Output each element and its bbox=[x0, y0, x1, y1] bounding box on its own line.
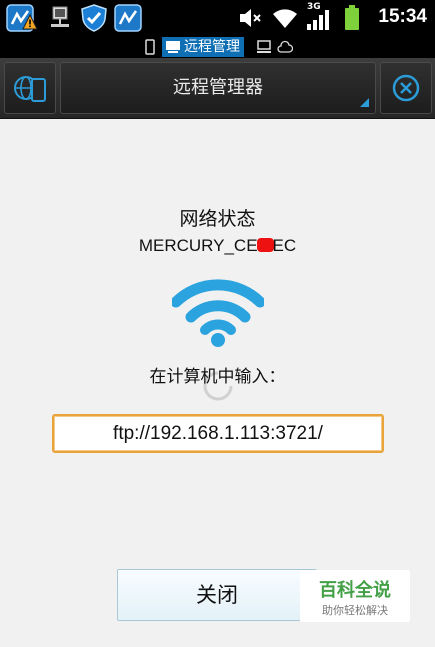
computer-icon bbox=[166, 41, 180, 53]
toolbar: 远程管理器 bbox=[0, 58, 435, 119]
network-status-title: 网络状态 bbox=[179, 208, 256, 230]
shield-icon bbox=[81, 4, 107, 32]
network-drive-icon[interactable] bbox=[256, 39, 272, 55]
ssid-suffix: EC bbox=[272, 236, 297, 255]
phone-icon[interactable] bbox=[142, 39, 158, 55]
watermark-sub-text: 助你轻松解决 bbox=[322, 604, 388, 617]
ssid-prefix: MERCURY_CE bbox=[138, 236, 258, 255]
toolbar-title: 远程管理器 bbox=[173, 77, 263, 98]
signal-icon bbox=[307, 10, 329, 30]
alert-badge-icon bbox=[22, 14, 38, 30]
globe-device-icon bbox=[14, 76, 46, 102]
window-tab-strip: 远程管理 bbox=[0, 36, 435, 58]
tab-label: 远程管理 bbox=[184, 39, 240, 55]
cloud-icon[interactable] bbox=[277, 39, 293, 55]
ftp-address-field[interactable] bbox=[52, 414, 384, 453]
tab-remote-manager[interactable]: 远程管理 bbox=[162, 37, 244, 57]
battery-icon bbox=[345, 5, 359, 30]
dropdown-indicator-icon bbox=[360, 98, 369, 107]
wifi-status-icon bbox=[172, 279, 264, 347]
close-circle-icon bbox=[392, 74, 420, 102]
redaction-mark bbox=[256, 238, 274, 252]
wifi-icon bbox=[273, 9, 297, 28]
network-ssid: MERCURY_CE EC bbox=[0, 236, 435, 256]
screen: 3G 15:34 远程管理 远程管理器 网络状态 MERCURY_CE EC 在… bbox=[0, 0, 435, 647]
clock: 15:34 bbox=[378, 6, 427, 27]
toolbar-title-dropdown[interactable]: 远程管理器 bbox=[60, 62, 376, 114]
usb-network-icon bbox=[51, 6, 69, 27]
close-button[interactable]: 关闭 bbox=[117, 569, 317, 621]
mute-icon bbox=[240, 9, 261, 27]
watermark-logo: 百科全说 助你轻松解决 bbox=[300, 570, 410, 622]
watermark-main-text: 百科全说 bbox=[319, 580, 391, 601]
close-toolbar-button[interactable] bbox=[380, 62, 432, 114]
remote-device-button[interactable] bbox=[4, 62, 56, 114]
status-bar: 3G 15:34 bbox=[0, 0, 435, 36]
close-button-label: 关闭 bbox=[196, 583, 238, 607]
ftp-address-input[interactable] bbox=[54, 416, 382, 451]
app-icon bbox=[114, 4, 142, 32]
instruction-text: 在计算机中输入： bbox=[149, 367, 286, 387]
